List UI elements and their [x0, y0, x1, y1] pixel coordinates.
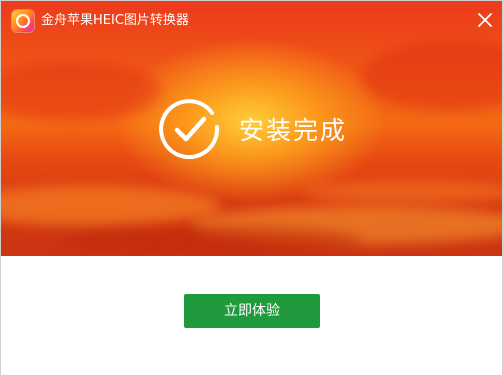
title-bar: 金舟苹果HEIC图片转换器	[1, 1, 502, 41]
hero-cloud	[301, 181, 502, 203]
hero-cloud	[361, 41, 502, 111]
hero-cloud	[61, 226, 361, 256]
hero-cloud	[1, 61, 161, 121]
try-now-button[interactable]: 立即体验	[184, 294, 320, 328]
install-status: 安装完成	[157, 97, 377, 165]
window-title: 金舟苹果HEIC图片转换器	[41, 13, 189, 28]
installer-window: 金舟苹果HEIC图片转换器 安装完成 立即体验	[0, 0, 503, 376]
app-logo-icon	[12, 10, 34, 32]
check-circle-icon	[159, 99, 220, 160]
status-text: 安装完成	[239, 116, 348, 145]
app-logo-ring	[16, 14, 30, 28]
close-icon	[478, 13, 492, 27]
hero-cloud	[1, 186, 221, 226]
hero-banner: 金舟苹果HEIC图片转换器 安装完成	[1, 1, 502, 256]
close-button[interactable]	[474, 9, 496, 31]
